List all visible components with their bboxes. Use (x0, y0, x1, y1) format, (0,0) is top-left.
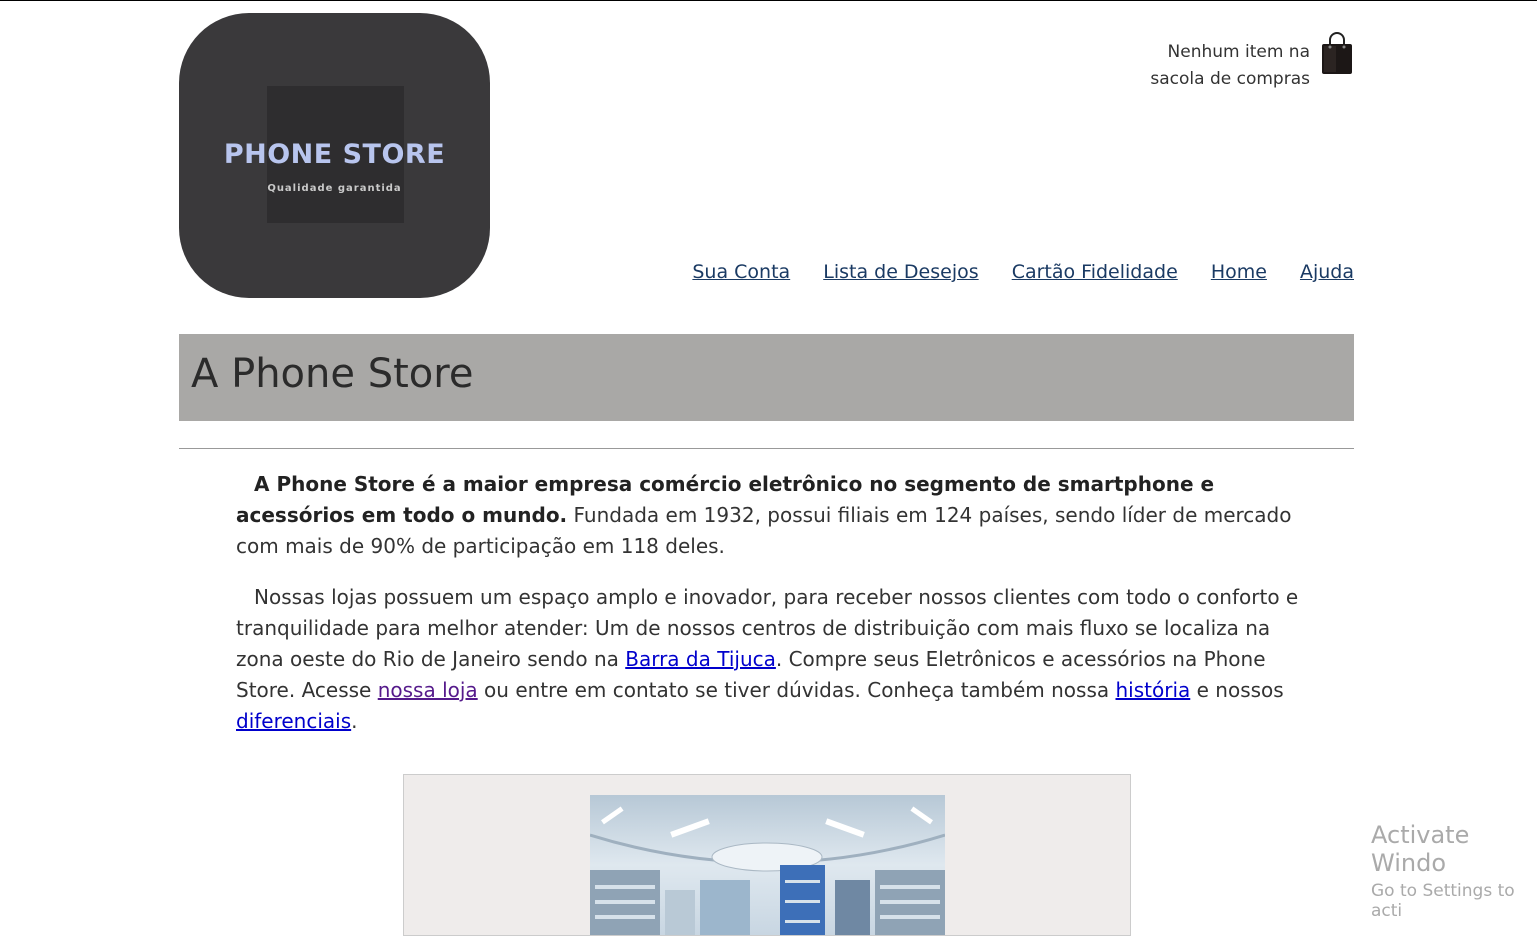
stores-text-4: e nossos (1190, 678, 1284, 702)
link-barra-da-tijuca[interactable]: Barra da Tijuca (625, 647, 776, 671)
title-banner: A Phone Store (179, 334, 1354, 421)
nav-cartao-fidelidade[interactable]: Cartão Fidelidade (1012, 261, 1178, 283)
cart-status-line1: Nenhum item na (1167, 42, 1310, 62)
shopping-bag-icon[interactable] (1320, 31, 1354, 75)
link-diferenciais[interactable]: diferenciais (236, 709, 351, 733)
watermark-line1: Activate Windo (1371, 821, 1470, 877)
stores-text-5: . (351, 709, 358, 733)
stores-text-3: ou entre em contato se tiver dúvidas. Co… (477, 678, 1116, 702)
nav-sua-conta[interactable]: Sua Conta (692, 261, 790, 283)
store-photo-frame (403, 774, 1131, 936)
windows-activation-watermark: Activate Windo Go to Settings to acti (1371, 821, 1537, 921)
store-logo[interactable]: PHONE STORE Qualidade garantida (179, 13, 490, 298)
link-historia[interactable]: história (1116, 678, 1191, 702)
divider (179, 448, 1354, 449)
nav-lista-de-desejos[interactable]: Lista de Desejos (823, 261, 978, 283)
page-title: A Phone Store (191, 351, 474, 397)
nav-home[interactable]: Home (1211, 261, 1267, 283)
logo-name: PHONE STORE (223, 139, 446, 170)
main-nav: Sua Conta Lista de Desejos Cartão Fideli… (665, 261, 1354, 283)
cart-status: Nenhum item na sacola de compras (1110, 39, 1310, 93)
cart-status-line2: sacola de compras (1150, 69, 1310, 89)
stores-paragraph: Nossas lojas possuem um espaço amplo e i… (236, 582, 1301, 737)
nav-ajuda[interactable]: Ajuda (1300, 261, 1354, 283)
link-nossa-loja[interactable]: nossa loja (378, 678, 478, 702)
main-content: A Phone Store é a maior empresa comércio… (236, 469, 1301, 757)
store-interior-photo (590, 795, 945, 935)
logo-tagline: Qualidade garantida (267, 183, 402, 194)
watermark-line2: Go to Settings to acti (1371, 881, 1515, 921)
intro-paragraph: A Phone Store é a maior empresa comércio… (236, 469, 1301, 562)
